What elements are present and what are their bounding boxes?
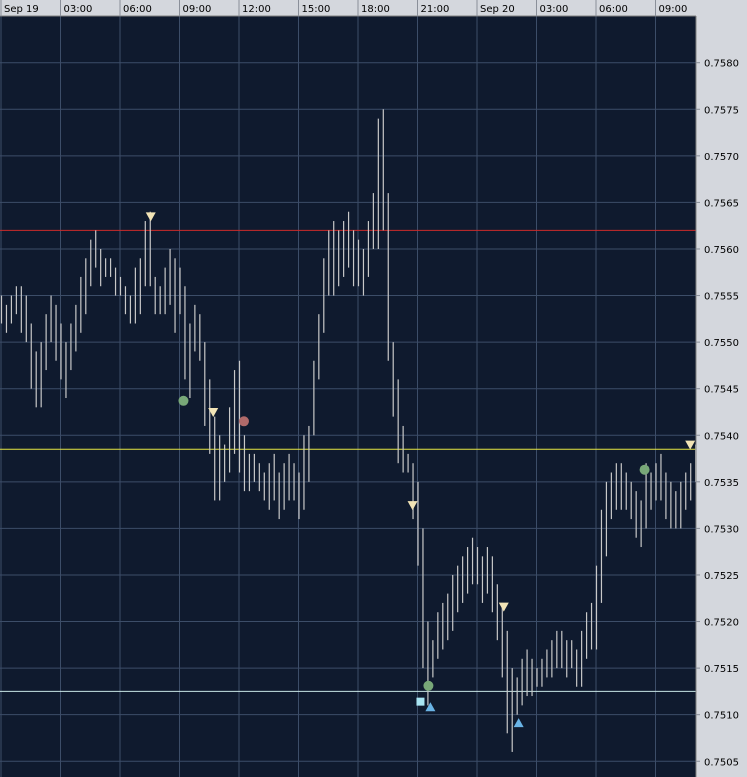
y-tick-label: 0.7520 xyxy=(704,618,739,629)
x-tick-label: 21:00 xyxy=(421,4,450,15)
y-tick-label: 0.7540 xyxy=(704,431,739,442)
signal-circle xyxy=(238,416,249,427)
y-tick-label: 0.7505 xyxy=(704,757,739,768)
signal-circle xyxy=(178,395,189,406)
y-tick-label: 0.7545 xyxy=(704,385,739,396)
x-tick-label: Sep 20 xyxy=(480,4,515,15)
x-tick-label: 09:00 xyxy=(659,4,688,15)
y-tick-label: 0.7580 xyxy=(704,59,739,70)
x-tick-label: 06:00 xyxy=(123,4,152,15)
y-tick-label: 0.7530 xyxy=(704,524,739,535)
x-tick-label: 06:00 xyxy=(599,4,628,15)
price-chart: Sep 19 03:00 06:00 09:00 12:00 15:00 18:00 21:0… xyxy=(0,0,747,777)
signal-circle xyxy=(423,680,434,691)
x-tick-label: 03:00 xyxy=(64,4,93,15)
signal-square xyxy=(416,697,425,706)
y-tick-label: 0.7565 xyxy=(704,198,739,209)
y-tick-label: 0.7525 xyxy=(704,571,739,582)
y-tick-label: 0.7510 xyxy=(704,711,739,722)
x-tick-label: 03:00 xyxy=(540,4,569,15)
y-tick-label: 0.7550 xyxy=(704,338,739,349)
x-tick-label: 15:00 xyxy=(302,4,331,15)
y-tick-label: 0.7555 xyxy=(704,292,739,303)
y-tick-label: 0.7515 xyxy=(704,664,739,675)
chart-svg: Sep 19 03:00 06:00 09:00 12:00 15:00 18:00 21:0… xyxy=(0,0,747,777)
x-tick-label: 18:00 xyxy=(361,4,390,15)
y-tick-label: 0.7575 xyxy=(704,105,739,116)
y-tick-label: 0.7560 xyxy=(704,245,739,256)
signal-circle xyxy=(639,464,650,475)
y-tick-label: 0.7570 xyxy=(704,152,739,163)
x-tick-label: 12:00 xyxy=(242,4,271,15)
x-tick-label: Sep 19 xyxy=(4,4,39,15)
y-tick-label: 0.7535 xyxy=(704,478,739,489)
x-tick-label: 09:00 xyxy=(183,4,212,15)
